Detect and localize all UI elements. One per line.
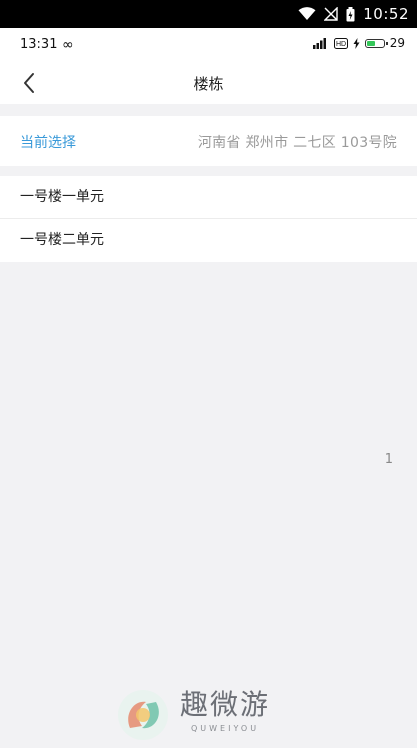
no-signal-icon	[324, 7, 338, 21]
infinity-icon: ∞	[62, 37, 74, 53]
quweiyou-logo-icon	[118, 690, 168, 740]
nav-header: 楼栋	[0, 62, 417, 104]
current-selection-value: 河南省 郑州市 二七区 103号院	[197, 135, 397, 151]
hd-icon: HD	[333, 37, 348, 49]
watermark-brand-cn: 趣微游	[180, 688, 271, 721]
watermark-brand-en: QUWEIYOU	[190, 724, 260, 733]
page-index-indicator: 1	[384, 452, 393, 467]
current-selection-label: 当前选择	[20, 135, 76, 151]
page-title: 楼栋	[193, 75, 224, 93]
signal-strength-icon	[312, 37, 326, 49]
current-selection-row: 当前选择 河南省 郑州市 二七区 103号院	[0, 116, 417, 166]
system-status-bar: 10:52	[0, 0, 417, 28]
building-list-item[interactable]: 一号楼二单元	[0, 219, 417, 262]
building-list: 一号楼一单元 一号楼二单元	[0, 176, 417, 262]
battery-icon	[346, 6, 355, 21]
app-status-icons: HD 29	[312, 36, 405, 50]
battery-percent: 29	[389, 36, 405, 50]
watermark-logo: 趣微游 QUWEIYOU	[116, 688, 270, 742]
svg-text:HD: HD	[336, 41, 346, 48]
charging-bolt-icon	[353, 37, 360, 49]
battery-level-icon	[364, 38, 388, 48]
app-status-bar: 13:31 ∞ HD 29	[0, 28, 417, 62]
app-clock: 13:31	[20, 37, 58, 52]
system-status-icons: 10:52	[298, 0, 409, 28]
system-clock: 10:52	[363, 5, 409, 23]
building-list-item[interactable]: 一号楼一单元	[0, 176, 417, 219]
wifi-icon	[298, 7, 316, 20]
